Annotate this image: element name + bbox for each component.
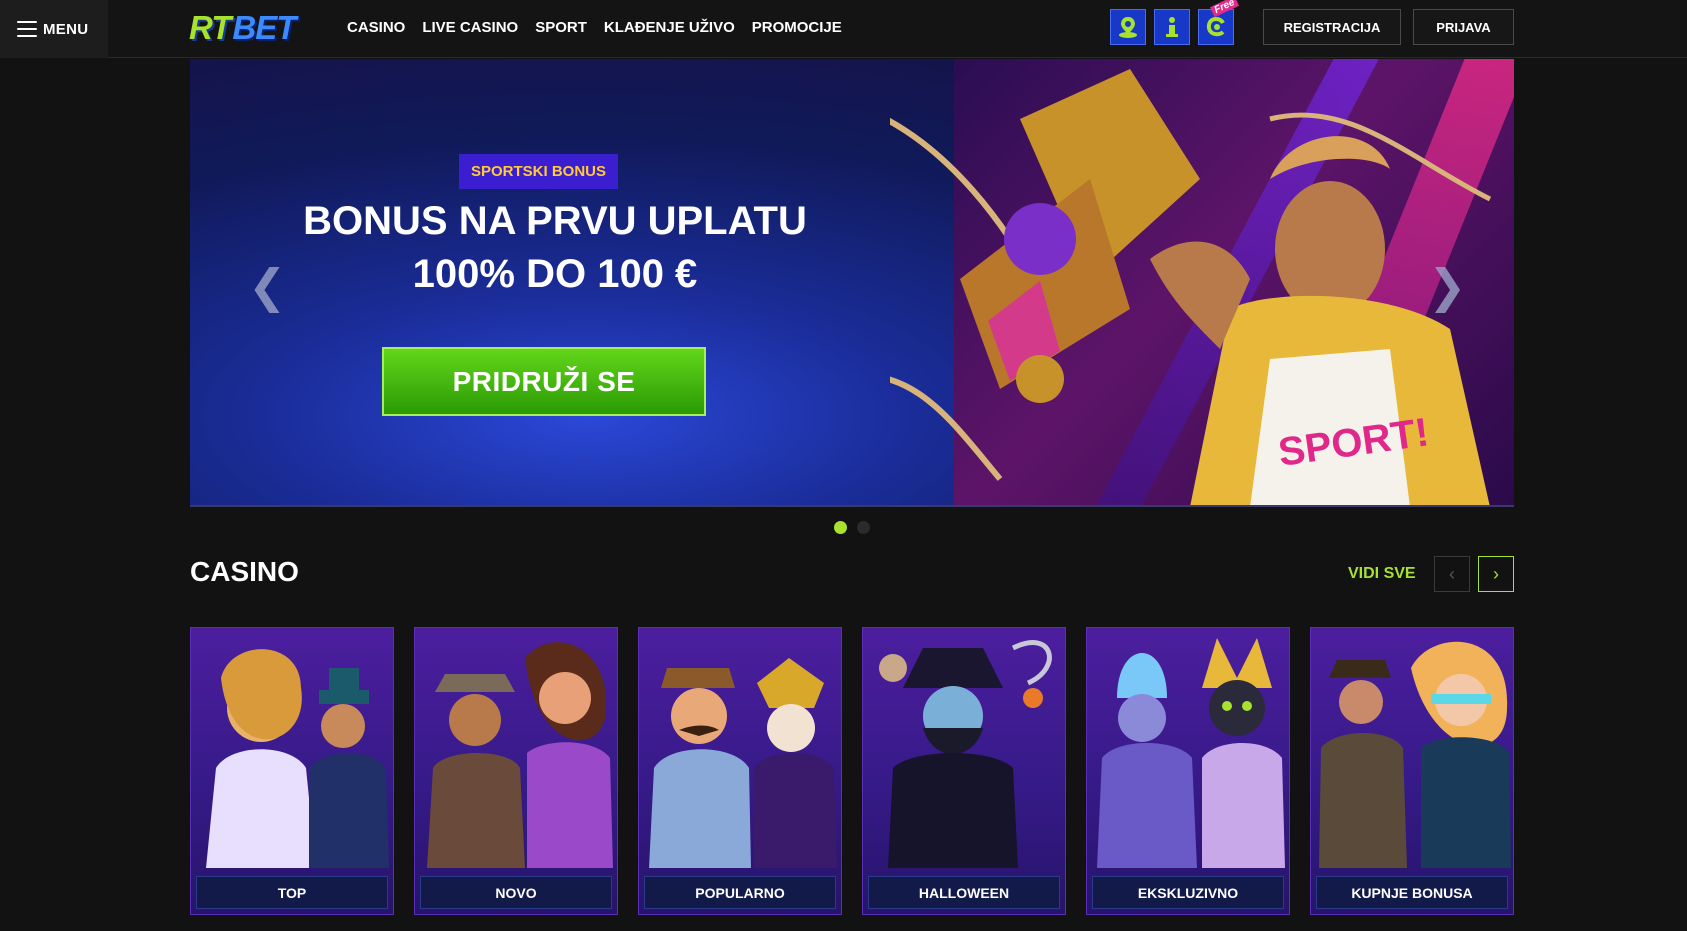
- carousel-dot-1[interactable]: [834, 521, 847, 534]
- info-person-icon: [1166, 17, 1178, 37]
- menu-button[interactable]: MENU: [0, 0, 108, 58]
- category-card-halloween[interactable]: HALLOWEEN: [862, 627, 1066, 915]
- rtbet-logo[interactable]: RT BET: [189, 8, 296, 48]
- nav-promotions[interactable]: PROMOCIJE: [752, 19, 842, 36]
- carousel-pagination: [834, 521, 870, 534]
- category-label: EKSKLUZIVNO: [1092, 876, 1284, 909]
- logo-bet: BET: [232, 9, 296, 46]
- quick-icons: Free: [1110, 0, 1240, 45]
- menu-label: MENU: [43, 20, 89, 38]
- trophy-athlete-illustration: SPORT!: [890, 69, 1492, 505]
- category-label: NOVO: [420, 876, 612, 909]
- casino-next-button[interactable]: ›: [1478, 556, 1514, 592]
- nav-sport[interactable]: SPORT: [535, 19, 587, 36]
- card-artwork: [879, 640, 1052, 868]
- category-label: POPULARNO: [644, 876, 836, 909]
- nav-live-casino[interactable]: LIVE CASINO: [422, 19, 518, 36]
- card-artwork: [427, 642, 613, 868]
- card-artwork: [649, 658, 837, 868]
- nav-live-betting[interactable]: KLAĐENJE UŽIVO: [604, 19, 735, 36]
- hero-badge: SPORTSKI BONUS: [459, 154, 619, 189]
- hero-banner[interactable]: SPORT! SPORTSKI BONUS BONUS NA PRVU UPLA…: [190, 59, 1514, 507]
- carousel-prev-arrow[interactable]: ❮: [248, 259, 287, 313]
- category-card-popular[interactable]: POPULARNO: [638, 627, 842, 915]
- join-button[interactable]: PRIDRUŽI SE: [382, 347, 706, 416]
- nav-casino[interactable]: CASINO: [347, 19, 405, 36]
- carousel-dot-2[interactable]: [857, 521, 870, 534]
- register-button[interactable]: REGISTRACIJA: [1263, 9, 1401, 45]
- card-artwork: [206, 649, 389, 868]
- category-label: HALLOWEEN: [868, 876, 1060, 909]
- category-card-bonus-buy[interactable]: KUPNJE BONUSA: [1310, 627, 1514, 915]
- see-all-link[interactable]: VIDI SVE: [1348, 565, 1416, 583]
- casino-prev-button[interactable]: ‹: [1434, 556, 1470, 592]
- info-person-button[interactable]: [1154, 9, 1190, 45]
- category-card-top[interactable]: TOP: [190, 627, 394, 915]
- free-spin-icon: [1206, 17, 1225, 37]
- category-label: KUPNJE BONUSA: [1316, 876, 1508, 909]
- carousel-next-arrow[interactable]: ❯: [1428, 259, 1467, 313]
- casino-category-cards: TOP NOVO POPULARNO HALLOWEEN EKSKLUZIVNO…: [190, 627, 1514, 915]
- map-pin-button[interactable]: [1110, 9, 1146, 45]
- card-artwork: [1319, 641, 1511, 868]
- hero-subheadline: 100% DO 100 €: [412, 252, 698, 296]
- top-navigation-bar: MENU RT BET CASINO LIVE CASINO SPORT KLAĐ…: [0, 0, 1687, 58]
- main-nav: CASINO LIVE CASINO SPORT KLAĐENJE UŽIVO …: [347, 0, 842, 54]
- login-button[interactable]: PRIJAVA: [1413, 9, 1514, 45]
- category-card-new[interactable]: NOVO: [414, 627, 618, 915]
- casino-section-title: CASINO: [190, 556, 299, 587]
- category-card-exclusive[interactable]: EKSKLUZIVNO: [1086, 627, 1290, 915]
- free-spin-button[interactable]: Free: [1198, 0, 1240, 45]
- category-label: TOP: [196, 876, 388, 909]
- map-pin-icon: [1119, 17, 1137, 38]
- hero-headline: BONUS NA PRVU UPLATU: [303, 199, 807, 243]
- logo-rt: RT: [189, 9, 231, 46]
- card-artwork: [1097, 638, 1285, 868]
- hamburger-icon: [17, 21, 37, 37]
